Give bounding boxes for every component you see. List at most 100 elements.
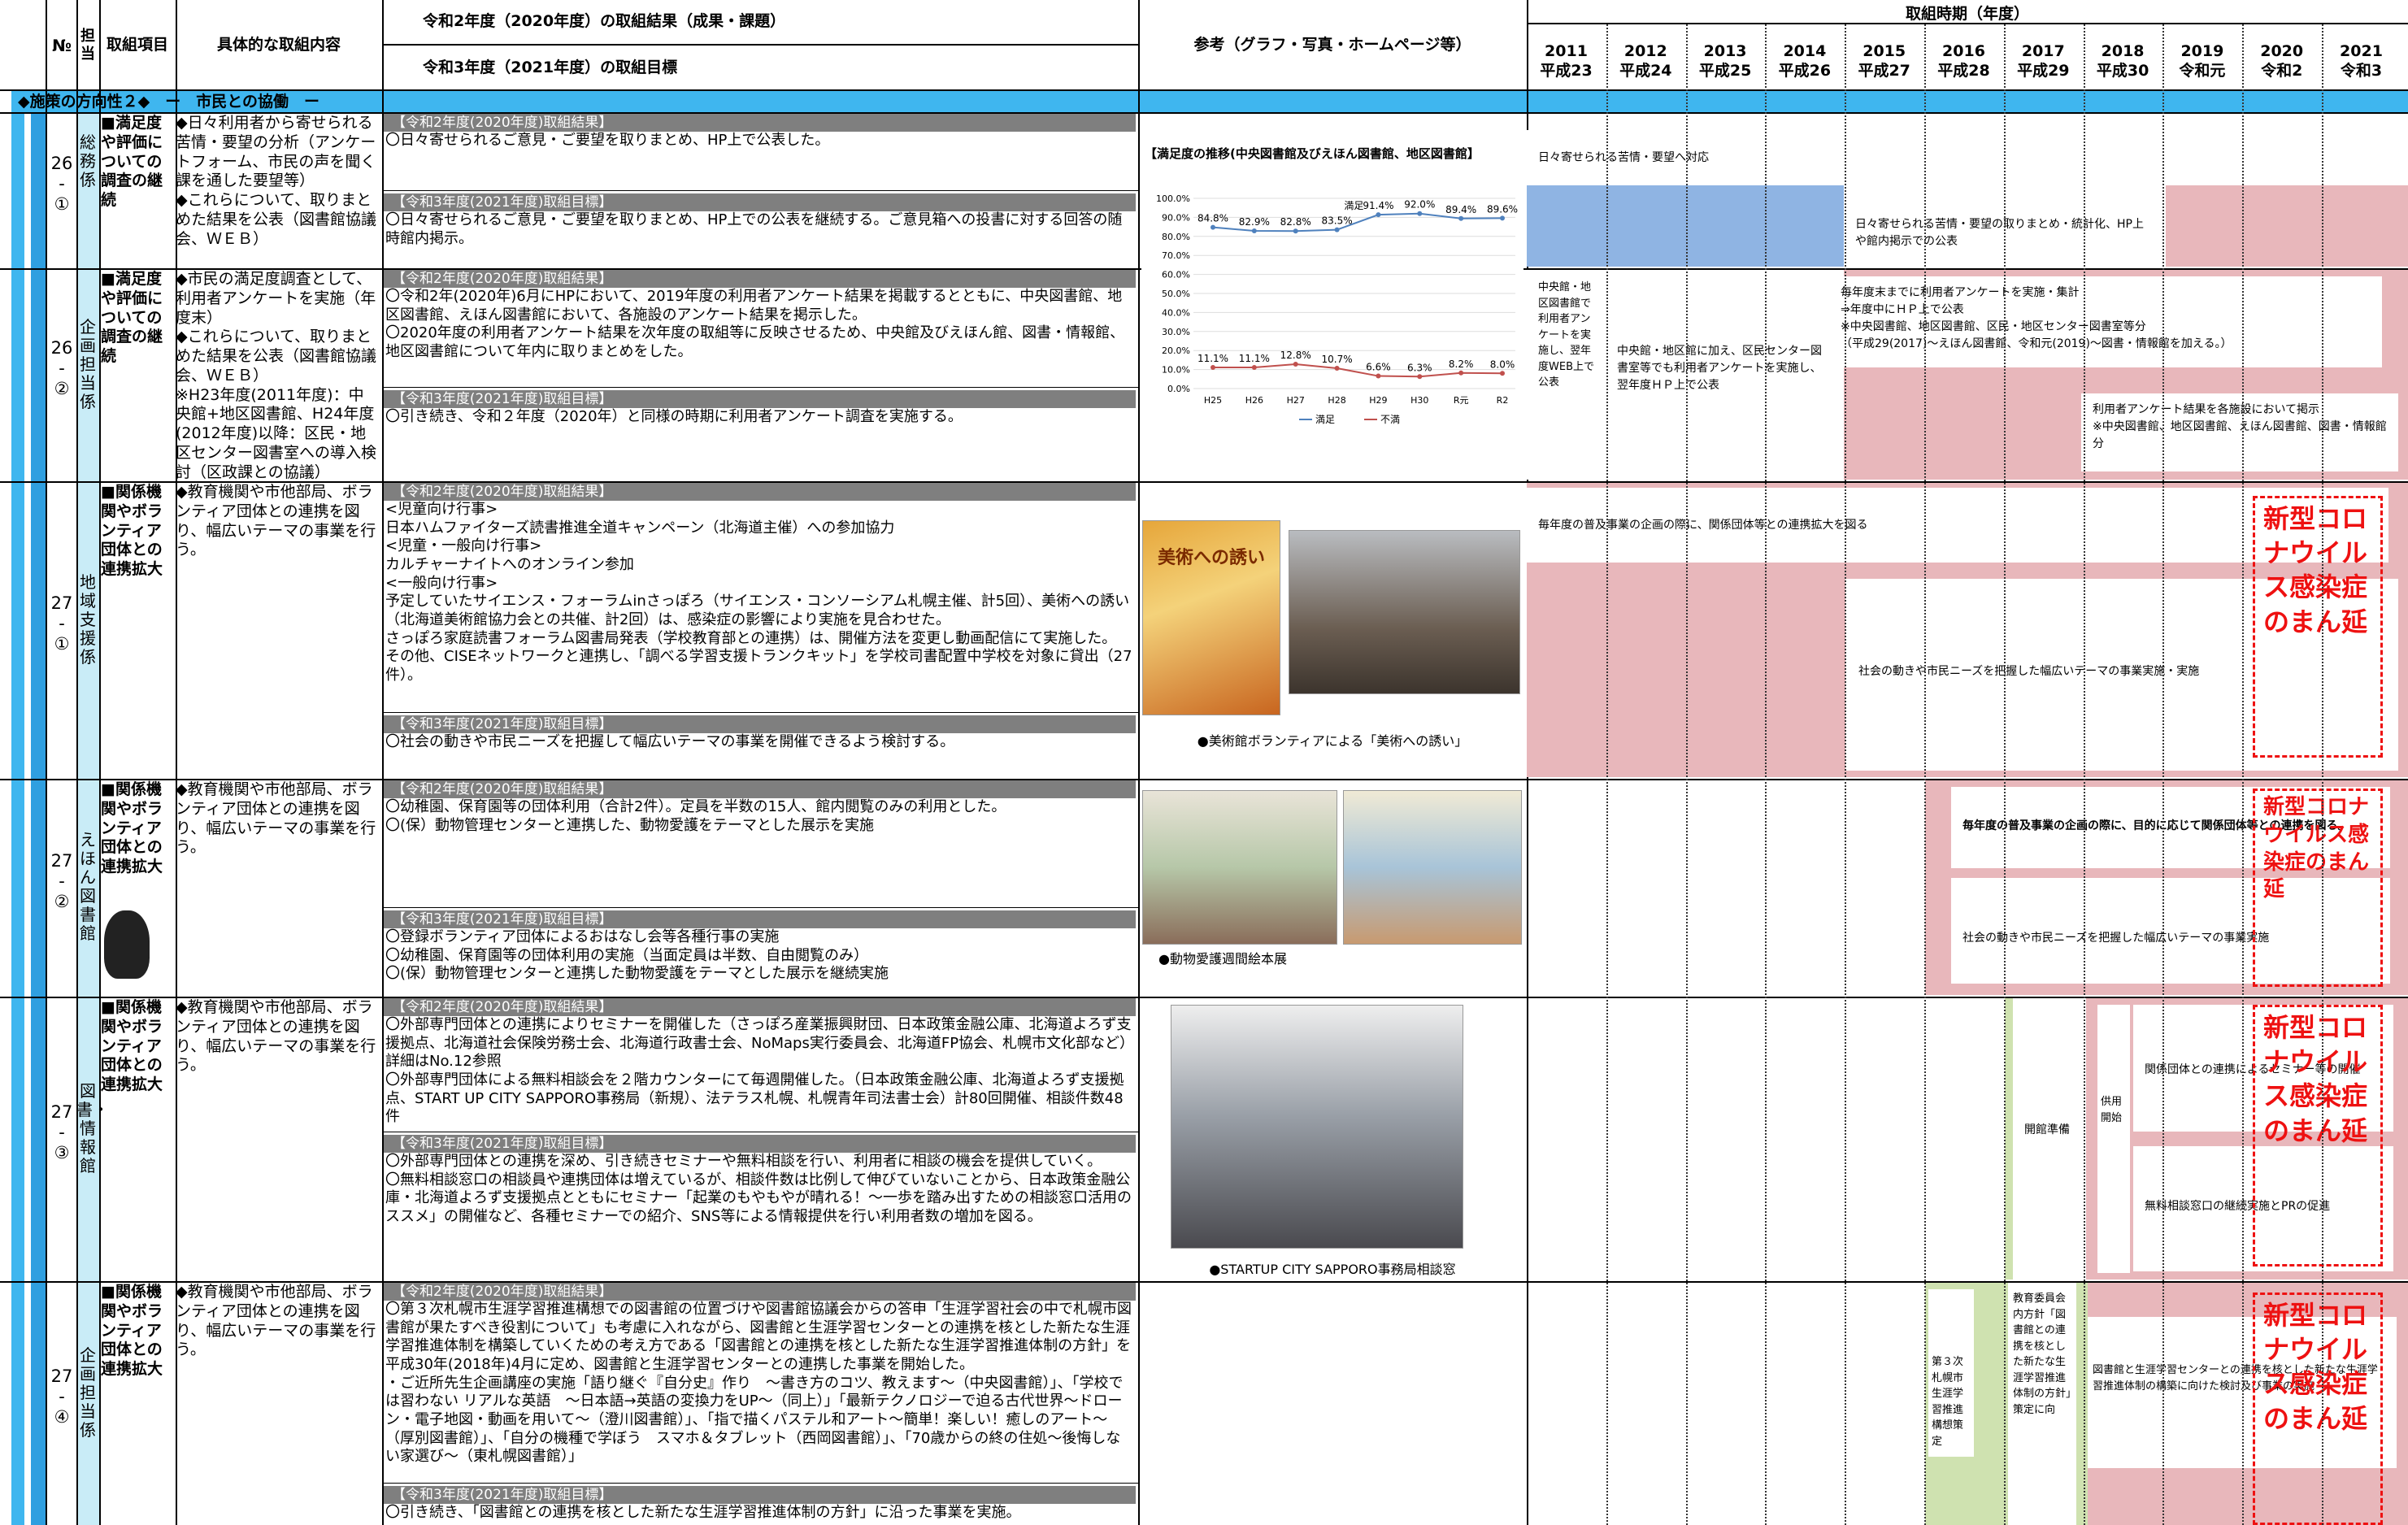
year-label: 2016 xyxy=(1942,42,1985,60)
x-tick-label: H25 xyxy=(1204,395,1222,406)
year-col-2021: 2021 令和3 xyxy=(2322,37,2401,86)
timeline-bar-15: 第３次札幌市生涯学習推進構想策定 xyxy=(1928,1289,1974,1457)
row-number: 27 - ④ xyxy=(50,1366,73,1427)
row-tanto: 図書・情報館 xyxy=(76,1081,109,1175)
timeline-bar-11: 開館準備 xyxy=(2005,998,2083,1280)
data-point xyxy=(1500,215,1505,221)
photo-caption: ●STARTUP CITY SAPPORO事務局相談窓 xyxy=(1209,1262,1456,1277)
year-col-2013: 2013 平成25 xyxy=(1686,37,1765,86)
row-result: 〇第３次札幌市生涯学習推進構想での図書館の位置づけや図書館協議会からの答申「生涯… xyxy=(385,1301,1132,1466)
poster-title: 美術への誘い xyxy=(1157,548,1265,568)
data-point xyxy=(1417,374,1423,380)
year-divider xyxy=(1765,24,1767,1525)
header-content: 具体的な取組内容 xyxy=(216,36,341,54)
data-label: 12.8% xyxy=(1280,350,1311,361)
row-target: 〇社会の動きや市民ニーズを把握して幅広いテーマの事業を開催できるよう検討する。 xyxy=(385,733,955,750)
row-content: ◆教育機関や市他部局、ボランティア団体との連携を図り、幅広いテーマの事業を行う。 xyxy=(176,780,376,857)
data-point xyxy=(1334,365,1340,371)
year-divider xyxy=(1606,24,1608,1525)
x-tick-label: H28 xyxy=(1328,395,1345,406)
label-target: 【令和3年度(2021年度)取組目標】 xyxy=(384,1486,1136,1504)
wareki-label: 平成29 xyxy=(2017,61,2070,80)
result-target-divider xyxy=(382,1483,1138,1484)
y-tick-label: 30.0% xyxy=(1162,327,1190,337)
year-col-2011: 2011 平成23 xyxy=(1527,37,1606,86)
header-tanto: 担当 xyxy=(80,27,95,63)
header-ref: 参考（グラフ・写真・ホームページ等） xyxy=(1193,36,1471,54)
y-tick-label: 60.0% xyxy=(1162,270,1190,280)
row-tanto: えほん図書館 xyxy=(80,830,96,943)
row-content: ◆市民の満足度調査として、利用者アンケートを実施（年度末） ◆これらについて、取… xyxy=(176,270,377,481)
row-item: ■関係機関やボランティア団体との連携拡大 xyxy=(101,998,163,1093)
row-result: 〇幼稚園、保育園等の団体利用（合計2件）。定員を半数の15人、館内閲覧のみの利用… xyxy=(385,798,1006,834)
label-target: 【令和3年度(2021年度)取組目標】 xyxy=(384,390,1136,408)
result-target-divider xyxy=(382,190,1138,191)
year-label: 2014 xyxy=(1783,42,1827,60)
label-target: 【令和3年度(2021年度)取組目標】 xyxy=(384,715,1136,733)
data-point xyxy=(1334,227,1340,232)
row-item: ■満足度や評価についての調査の継続 xyxy=(101,270,163,365)
exhibit-photo-2 xyxy=(1343,790,1522,945)
row-tanto: 総務係 xyxy=(80,133,96,189)
row-target: 〇引き続き、令和２年度（2020年）と同様の時期に利用者アンケート調査を実施する… xyxy=(385,408,963,425)
covid-note-2: 新型コロナウイルス感染症のまん延 xyxy=(2253,789,2383,987)
year-label: 2011 xyxy=(1545,42,1588,60)
data-point xyxy=(1458,370,1464,376)
y-tick-label: 90.0% xyxy=(1162,212,1190,223)
y-tick-label: 80.0% xyxy=(1162,232,1190,242)
year-label: 2018 xyxy=(2101,42,2145,60)
row-item: ■関係機関やボランティア団体との連携拡大 xyxy=(101,483,163,578)
wareki-label: 平成23 xyxy=(1540,61,1593,80)
bear-mascot-icon xyxy=(104,910,150,979)
data-label: 8.0% xyxy=(1490,358,1515,370)
timeline-bg-pink xyxy=(2166,185,2408,267)
row-result: 〇日々寄せられるご意見・ご要望を取りまとめ、HP上で公表した。 xyxy=(385,132,830,149)
row-result: 〇外部専門団体との連携によりセミナーを開催した（さっぽろ産業振興財団、日本政策金… xyxy=(385,1016,1132,1126)
data-point xyxy=(1251,228,1257,234)
legend-label: 不満 xyxy=(1380,414,1400,425)
timeline-bar-6: 利用者アンケート結果を各施設において掲示 ※中央図書館、地区図書館、えほん図書館… xyxy=(2081,393,2398,471)
row-item: ■関係機関やボランティア団体との連携拡大 xyxy=(101,1283,163,1378)
row-content: ◆教育機関や市他部局、ボランティア団体との連携を図り、幅広いテーマの事業を行う。 xyxy=(176,1283,376,1359)
photo-caption: ●美術館ボランティアによる「美術への誘い」 xyxy=(1197,733,1468,749)
year-divider xyxy=(2322,24,2323,1525)
data-label: 11.1% xyxy=(1239,353,1270,364)
timeline-bar-12: 供用開始 xyxy=(2097,1005,2130,1273)
row-number: 26 - ① xyxy=(50,154,73,215)
row-target: 〇日々寄せられるご意見・ご要望を取りまとめ、HP上での公表を継続する。ご意見箱へ… xyxy=(385,211,1123,247)
year-col-2012: 2012 平成24 xyxy=(1606,37,1685,86)
year-divider xyxy=(1924,24,1926,1525)
year-col-2014: 2014 平成26 xyxy=(1765,37,1844,86)
section-heading: ◆施策の方向性２◆ ー 市民との協働 ー xyxy=(11,91,2408,112)
data-label: 83.5% xyxy=(1322,215,1353,227)
row-target: 〇引き続き、「図書館との連携を核とした新たな生涯学習推進体制の方針」に沿った事業… xyxy=(385,1504,1021,1521)
year-col-2017: 2017 平成29 xyxy=(2004,37,2083,86)
data-point xyxy=(1376,373,1381,379)
label-result: 【令和2年度(2020年度)取組結果】 xyxy=(384,114,1136,132)
x-tick-label: R元 xyxy=(1454,395,1469,406)
consult-photo xyxy=(1171,1005,1463,1249)
row-tanto: 地域支援係 xyxy=(80,572,96,667)
year-divider xyxy=(2083,24,2085,1525)
row-content: ◆日々利用者から寄せられる苦情・要望の分析（アンケートフォーム、市民の声を聞く課… xyxy=(176,114,377,248)
wareki-label: 平成26 xyxy=(1778,61,1832,80)
wareki-label: 平成25 xyxy=(1698,61,1752,80)
y-tick-label: 70.0% xyxy=(1162,250,1190,261)
label-result: 【令和2年度(2020年度)取組結果】 xyxy=(384,1283,1136,1301)
year-label: 2019 xyxy=(2180,42,2224,60)
data-point xyxy=(1211,365,1215,371)
data-label: 82.9% xyxy=(1239,216,1270,228)
header-target: 令和3年度（2021年度）の取組目標 xyxy=(423,59,678,77)
wareki-label: 平成24 xyxy=(1619,61,1672,80)
data-label: 92.0% xyxy=(1404,199,1435,211)
header-result: 令和2年度（2020年度）の取組結果（成果・課題） xyxy=(382,0,1138,46)
label-result: 【令和2年度(2020年度)取組結果】 xyxy=(384,780,1136,798)
y-tick-label: 100.0% xyxy=(1156,193,1190,204)
year-label: 2021 xyxy=(2340,42,2383,60)
wareki-label: 令和元 xyxy=(2179,61,2226,80)
year-col-2016: 2016 平成28 xyxy=(1924,37,2003,86)
exhibit-photo-1 xyxy=(1142,790,1337,945)
row-target: 〇外部専門団体との連携を深め、引き続きセミナーや無料相談を行い、利用者に相談の機… xyxy=(385,1153,1132,1226)
data-label: 8.2% xyxy=(1449,358,1474,370)
year-divider xyxy=(2242,24,2245,1525)
